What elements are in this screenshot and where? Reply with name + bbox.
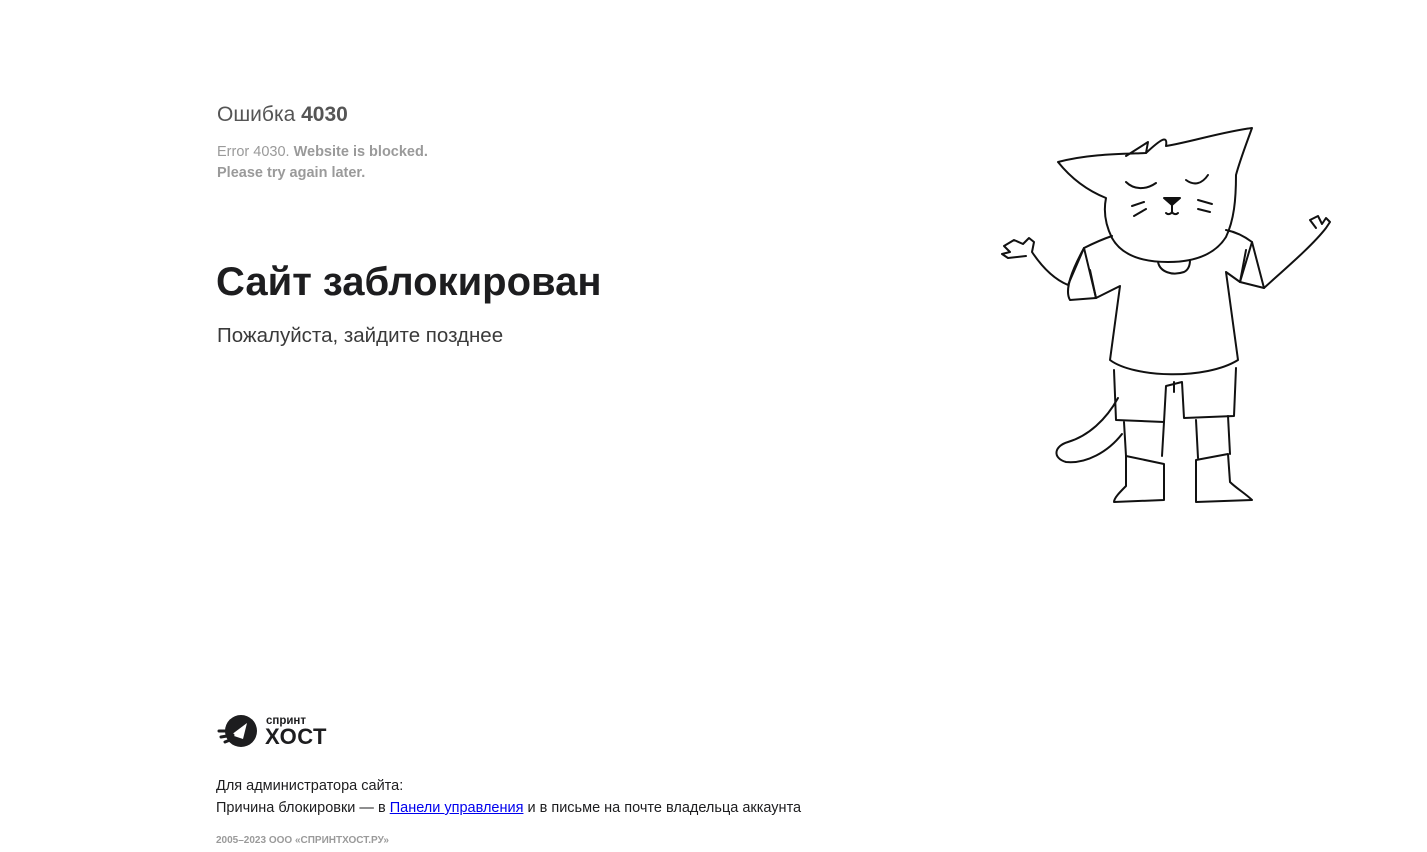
error-prefix: Ошибка [217,103,296,126]
control-panel-link[interactable]: Панели управления [390,800,524,816]
admin-reason-suffix: и в письме на почте владельца аккаунта [527,800,802,816]
admin-label: Для администратора сайта: [216,778,404,794]
error-en-line2: Please try again later. [217,165,366,181]
admin-info: Для администратора сайта: Причина блокир… [216,775,801,819]
page-title: Сайт заблокирован [216,260,602,304]
blocked-page: Ошибка 4030 Error 4030. Website is block… [0,0,1427,852]
sprinthost-logo[interactable]: спринт ХОСТ [217,712,329,750]
admin-reason-prefix: Причина блокировки — в [216,800,386,816]
page-subtitle: Пожалуйста, зайдите позднее [217,324,504,347]
rocket-icon [217,715,257,747]
shrugging-cat-illustration [1001,127,1331,503]
error-code-number: 4030 [301,103,348,126]
logo-text-big: ХОСТ [265,724,327,749]
error-code-heading: Ошибка 4030 [217,102,348,128]
copyright-text: 2005–2023 ООО «СПРИНТХОСТ.РУ» [216,835,389,846]
error-english-text: Error 4030. Website is blocked. Please t… [217,142,428,184]
error-en-bold: Website is blocked. [293,144,428,160]
admin-reason: Причина блокировки — в Панели управления… [216,797,801,819]
error-en-prefix: Error 4030. [217,144,290,160]
